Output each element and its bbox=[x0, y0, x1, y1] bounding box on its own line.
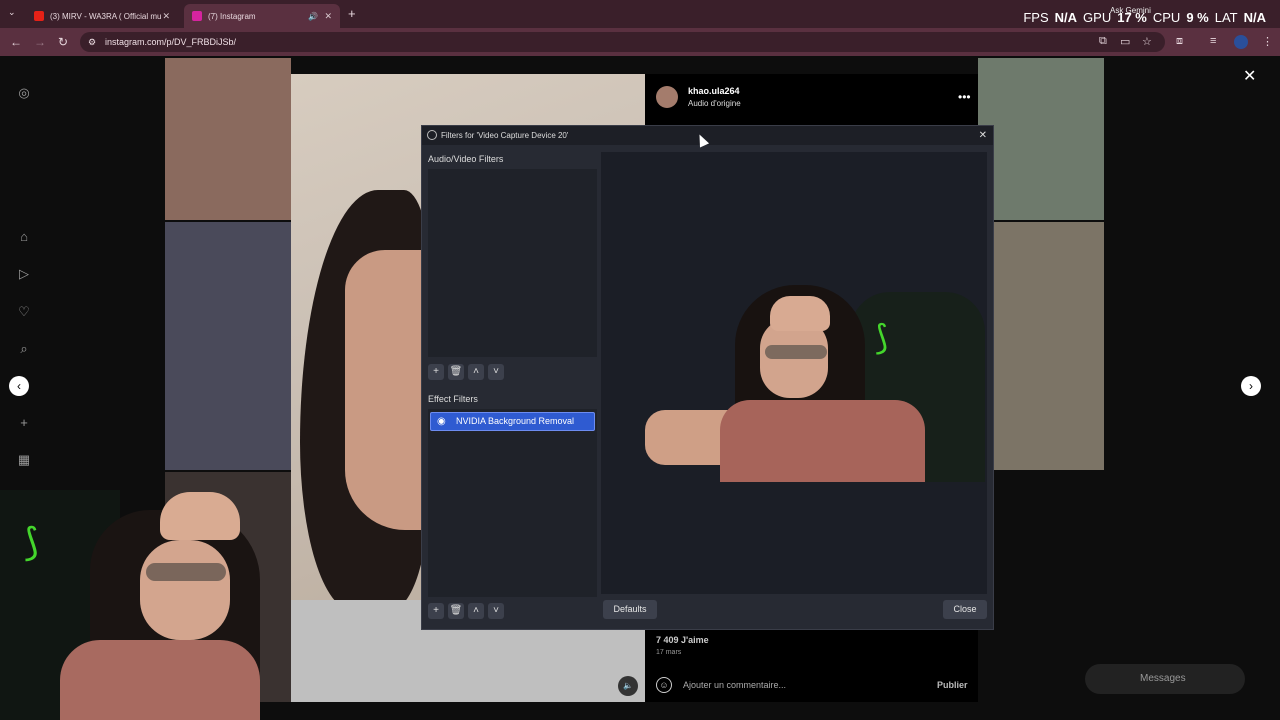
dialog-close-icon[interactable]: ✕ bbox=[979, 126, 987, 145]
youtube-favicon-icon bbox=[34, 11, 44, 21]
grid-post-thumbnail[interactable] bbox=[165, 58, 291, 220]
avatar[interactable] bbox=[656, 86, 678, 108]
preview-sunglasses bbox=[765, 345, 827, 359]
bookmark-star-icon[interactable]: ☆ bbox=[1142, 35, 1152, 48]
move-up-icon[interactable]: ˄ bbox=[468, 364, 484, 380]
tab-search-chevron-icon[interactable]: ⌄ bbox=[8, 7, 16, 18]
search-icon[interactable]: ⌕ bbox=[16, 341, 32, 357]
grid-post-thumbnail[interactable] bbox=[978, 58, 1104, 220]
dashboard-icon[interactable]: ▦ bbox=[16, 452, 32, 468]
comment-input[interactable]: Ajouter un commentaire... bbox=[683, 680, 786, 690]
effect-filters-label: Effect Filters bbox=[428, 394, 478, 404]
browser-tab-bar: ⌄ (3) MIRV - WA3RA ( Official mu ✕ (7) I… bbox=[0, 0, 1280, 28]
cpu-value: 9 % bbox=[1186, 10, 1209, 25]
cast-icon[interactable]: ▭ bbox=[1120, 35, 1130, 48]
webcam-sunglasses bbox=[146, 563, 226, 581]
extensions-icon[interactable]: ⧈ bbox=[1176, 35, 1183, 48]
close-tab-icon[interactable]: ✕ bbox=[162, 11, 170, 22]
move-down-icon[interactable]: ˅ bbox=[488, 364, 504, 380]
audio-video-filters-list[interactable] bbox=[428, 169, 597, 357]
tab-youtube[interactable]: (3) MIRV - WA3RA ( Official mu ✕ bbox=[26, 4, 178, 28]
list-item[interactable]: ◉ NVIDIA Background Removal bbox=[430, 412, 595, 431]
instagram-logo-icon[interactable]: ◎ bbox=[16, 85, 32, 101]
reload-icon[interactable]: ↻ bbox=[58, 35, 68, 49]
tab-instagram[interactable]: (7) Instagram 🔊 ✕ bbox=[184, 4, 340, 28]
effect-filter-label: NVIDIA Background Removal bbox=[456, 416, 575, 426]
messages-button[interactable]: Messages bbox=[1085, 664, 1245, 694]
emoji-icon[interactable]: ☺ bbox=[656, 677, 672, 693]
site-info-icon[interactable]: ⚙ bbox=[88, 32, 96, 52]
create-icon[interactable]: + bbox=[16, 415, 32, 431]
back-arrow-icon[interactable]: ← bbox=[10, 35, 22, 49]
likes-count[interactable]: 7 409 J'aime bbox=[656, 635, 709, 645]
messages-label: Messages bbox=[1140, 673, 1186, 684]
remove-filter-icon[interactable]: 🗑 bbox=[448, 603, 464, 619]
grid-post-thumbnail[interactable] bbox=[165, 222, 291, 470]
grid-post-thumbnail[interactable] bbox=[978, 222, 1104, 470]
browser-toolbar: ← → ↻ ⚙ instagram.com/p/DV_FRBDiJSb/ ⧉ ▭… bbox=[0, 28, 1280, 56]
cpu-label: CPU bbox=[1152, 10, 1181, 25]
previous-post-icon[interactable]: ‹ bbox=[9, 376, 29, 396]
fps-label: FPS bbox=[1023, 10, 1049, 25]
notifications-heart-icon[interactable]: ♡ bbox=[16, 304, 32, 320]
close-icon[interactable]: ✕ bbox=[1243, 66, 1256, 86]
fps-value: N/A bbox=[1054, 10, 1078, 25]
defaults-button[interactable]: Defaults bbox=[603, 600, 657, 619]
gpu-value: 17 % bbox=[1117, 10, 1147, 25]
translate-icon[interactable]: ⧉ bbox=[1099, 35, 1107, 48]
preview-person-shirt bbox=[720, 400, 925, 482]
post-date: 17 mars bbox=[656, 649, 682, 656]
new-tab-icon[interactable]: + bbox=[348, 6, 356, 21]
reels-icon[interactable]: ▷ bbox=[16, 266, 32, 282]
effect-filters-list[interactable] bbox=[428, 409, 597, 597]
webcam-person-hand bbox=[160, 492, 240, 540]
publish-button[interactable]: Publier bbox=[937, 680, 968, 690]
lat-label: LAT bbox=[1214, 10, 1238, 25]
effect-filters-toolbar: + 🗑 ˄ ˅ bbox=[428, 603, 504, 619]
url-text: instagram.com/p/DV_FRBDiJSb/ bbox=[105, 37, 237, 47]
obs-icon bbox=[427, 130, 437, 140]
performance-overlay: FPS N/A GPU 17 % CPU 9 % LAT N/A bbox=[1023, 10, 1266, 25]
post-image-face bbox=[345, 250, 425, 530]
move-up-icon[interactable]: ˄ bbox=[468, 603, 484, 619]
audio-playing-icon[interactable]: 🔊 bbox=[308, 12, 318, 21]
home-icon[interactable]: ⌂ bbox=[16, 229, 32, 245]
dialog-title: Filters for 'Video Capture Device 20' bbox=[441, 131, 569, 140]
next-post-icon[interactable]: › bbox=[1241, 376, 1261, 396]
preview-person-hand bbox=[770, 296, 830, 331]
gpu-label: GPU bbox=[1083, 10, 1112, 25]
post-username[interactable]: khao.ula264 bbox=[688, 86, 740, 96]
razer-logo-icon: ⟆ bbox=[24, 522, 39, 564]
audio-video-filters-toolbar: + 🗑 ˄ ˅ bbox=[428, 364, 504, 380]
move-down-icon[interactable]: ˅ bbox=[488, 603, 504, 619]
reading-list-icon[interactable]: ≡ bbox=[1210, 35, 1216, 47]
close-tab-icon[interactable]: ✕ bbox=[324, 11, 332, 22]
remove-filter-icon[interactable]: 🗑 bbox=[448, 364, 464, 380]
address-bar[interactable]: ⚙ instagram.com/p/DV_FRBDiJSb/ bbox=[80, 32, 1165, 52]
volume-icon[interactable]: 🔈 bbox=[618, 676, 638, 696]
webcam-person-shirt bbox=[60, 640, 260, 720]
add-filter-button[interactable]: + bbox=[428, 364, 444, 380]
visibility-eye-icon[interactable]: ◉ bbox=[437, 413, 446, 430]
tab-instagram-label: (7) Instagram bbox=[208, 11, 256, 21]
profile-avatar[interactable] bbox=[1234, 35, 1248, 49]
instagram-favicon-icon bbox=[192, 11, 202, 21]
browser-menu-icon[interactable]: ⋮ bbox=[1262, 35, 1273, 48]
webcam-person-face bbox=[140, 540, 230, 640]
add-filter-button[interactable]: + bbox=[428, 603, 444, 619]
close-button[interactable]: Close bbox=[943, 600, 987, 619]
forward-arrow-icon[interactable]: → bbox=[34, 35, 46, 49]
grid-post-thumbnail[interactable] bbox=[978, 472, 1104, 702]
post-audio-link[interactable]: Audio d'origine bbox=[688, 99, 741, 108]
tab-youtube-label: (3) MIRV - WA3RA ( Official mu bbox=[50, 11, 162, 21]
audio-video-filters-label: Audio/Video Filters bbox=[428, 154, 504, 164]
more-options-icon[interactable]: ••• bbox=[958, 90, 971, 104]
lat-value: N/A bbox=[1243, 10, 1266, 25]
razer-logo-icon: ⟆ bbox=[875, 319, 889, 357]
